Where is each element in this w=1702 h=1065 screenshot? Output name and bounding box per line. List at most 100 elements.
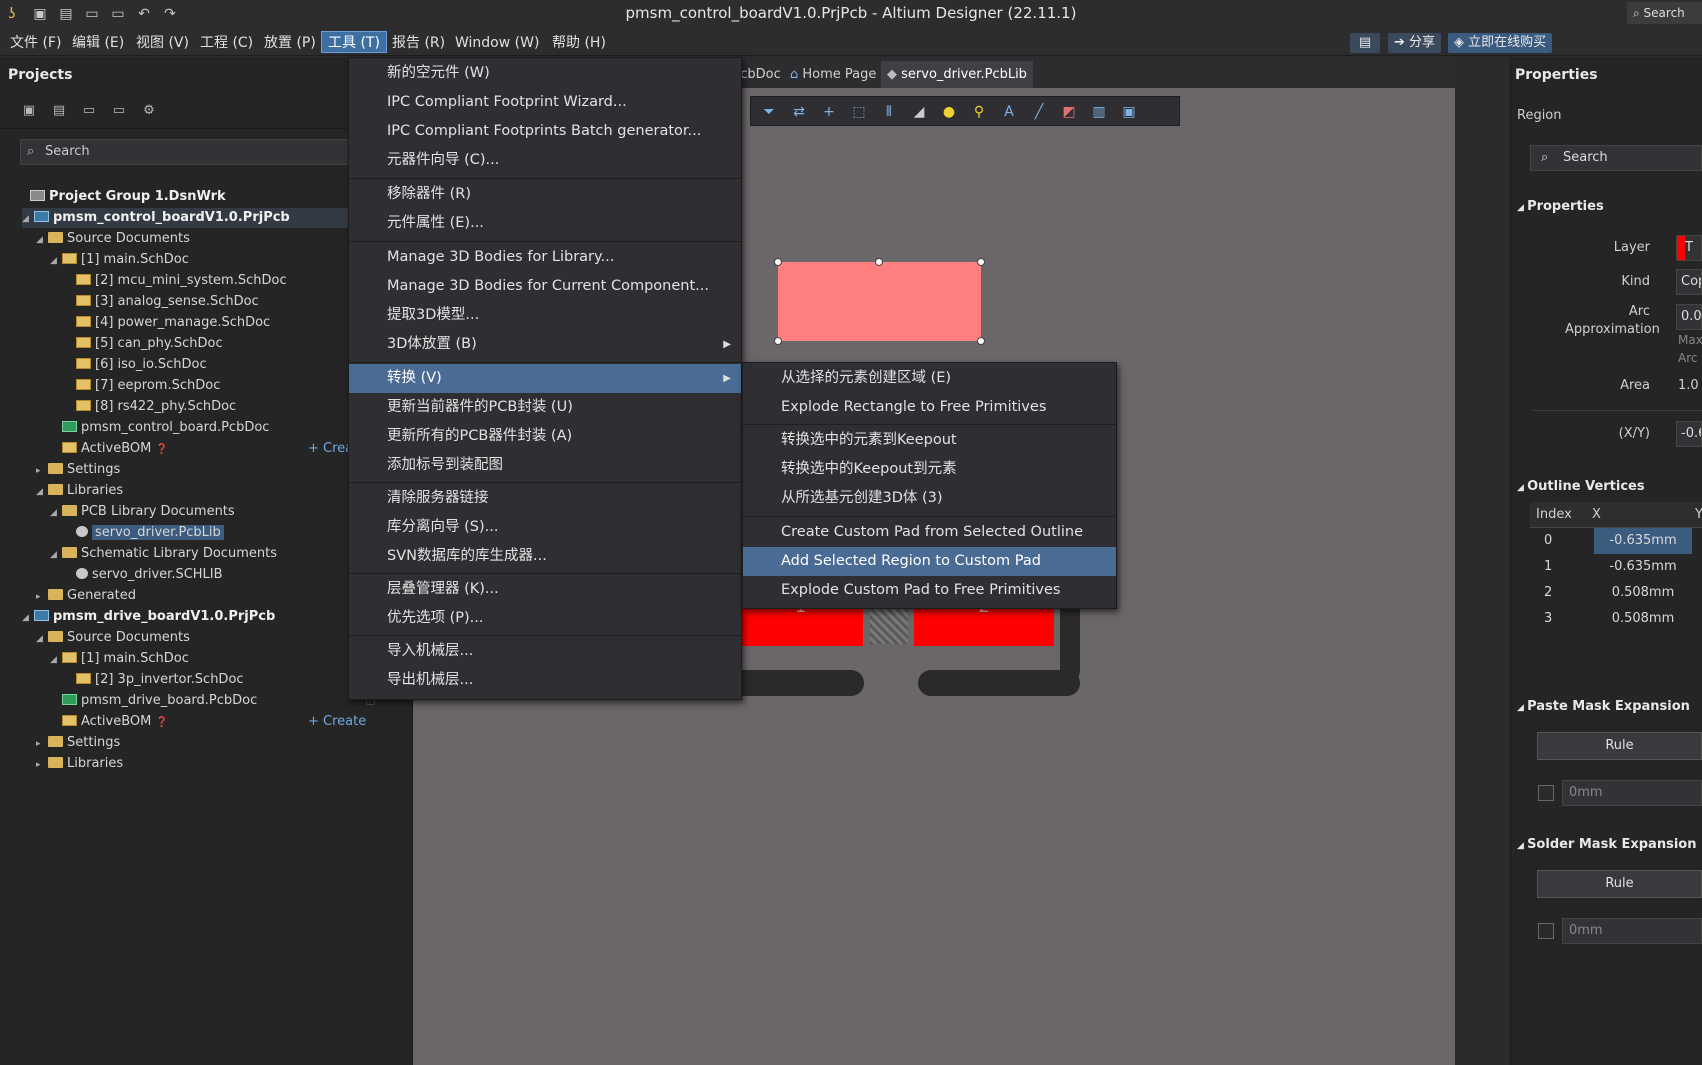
- tree-item-pcb-library-documents[interactable]: ◢ PCB Library Documents: [50, 502, 235, 522]
- tree-item-schdoc[interactable]: [8] rs422_phy.SchDoc: [64, 397, 236, 417]
- menu-explode-custom-pad[interactable]: Explode Custom Pad to Free Primitives: [743, 576, 1116, 605]
- tree-item-libraries[interactable]: ◢ Libraries: [36, 481, 123, 501]
- dimension-icon[interactable]: ▥: [1089, 102, 1109, 122]
- menu-view[interactable]: 视图 (V): [130, 32, 195, 54]
- menu-window[interactable]: Window (W): [449, 32, 545, 54]
- selection-handle[interactable]: [977, 337, 985, 345]
- menu-new-blank-component[interactable]: 新的空元件 (W): [349, 59, 741, 88]
- solder-mask-manual-checkbox[interactable]: [1538, 923, 1554, 939]
- vertex-row[interactable]: 3 0.508mm: [1530, 606, 1702, 632]
- menu-manage-3d-library[interactable]: Manage 3D Bodies for Library...: [349, 243, 741, 272]
- tree-item-project-group[interactable]: Project Group 1.DsnWrk: [18, 187, 226, 207]
- tree-item-schdoc[interactable]: [5] can_phy.SchDoc: [64, 334, 223, 354]
- vertex-x[interactable]: -0.635mm: [1594, 554, 1692, 580]
- vertex-x[interactable]: 0.508mm: [1594, 580, 1692, 606]
- tab-servo-pcblib[interactable]: ◆ servo_driver.PcbLib: [881, 61, 1033, 88]
- tree-item-activebom[interactable]: ActiveBOM ❓ + Create: [50, 712, 413, 732]
- solder-mask-rule-button[interactable]: Rule: [1537, 870, 1702, 898]
- selection-handle[interactable]: [977, 258, 985, 266]
- menu-add-designator-assembly[interactable]: 添加标号到装配图: [349, 451, 741, 480]
- tree-item-schematic-library-documents[interactable]: ◢ Schematic Library Documents: [50, 544, 277, 564]
- create-bom-link[interactable]: + Create: [308, 712, 366, 732]
- menu-preferences[interactable]: 优先选项 (P)...: [349, 604, 741, 633]
- tree-item-settings[interactable]: ▸ Settings: [36, 460, 120, 480]
- selection-handle[interactable]: [875, 258, 883, 266]
- menu-create-region-from-selected[interactable]: 从选择的元素创建区域 (E): [743, 364, 1116, 393]
- line-icon[interactable]: ╱: [1029, 102, 1049, 122]
- buy-online-button[interactable]: ◈ 立即在线购买: [1448, 33, 1553, 53]
- collapse-arrow-icon[interactable]: ◢: [1517, 483, 1527, 493]
- menu-3d-body-placement[interactable]: 3D体放置 (B) ▶: [349, 330, 741, 359]
- tree-item-main-schdoc[interactable]: ◢ [1] main.SchDoc: [50, 649, 189, 669]
- settings-gear-icon[interactable]: ⚙: [140, 103, 158, 121]
- arc-approx-input[interactable]: 0.0: [1676, 304, 1702, 330]
- close-folder-icon[interactable]: ▭: [110, 103, 128, 121]
- paste-mask-rule-button[interactable]: Rule: [1537, 732, 1702, 760]
- tree-item-pcbdoc[interactable]: pmsm_control_board.PcbDoc: [50, 418, 269, 438]
- menu-update-current-footprint[interactable]: 更新当前器件的PCB封装 (U): [349, 393, 741, 422]
- crosshair-icon[interactable]: +: [819, 102, 839, 122]
- vertex-row[interactable]: 1 -0.635mm: [1530, 554, 1702, 580]
- menu-clear-server-links[interactable]: 清除服务器链接: [349, 484, 741, 513]
- notifications-icon[interactable]: ▤: [1350, 33, 1380, 53]
- tree-item-schdoc[interactable]: [2] mcu_mini_system.SchDoc: [64, 271, 287, 291]
- menu-convert-keepout-to-element[interactable]: 转换选中的Keepout到元素: [743, 455, 1116, 484]
- tree-item-settings[interactable]: ▸ Settings: [36, 733, 120, 753]
- solder-mask-value-input[interactable]: 0mm: [1562, 918, 1702, 944]
- tree-item-drive-project[interactable]: ◢ pmsm_drive_boardV1.0.PrjPcb: [22, 607, 275, 627]
- tree-item-schdoc[interactable]: [3] analog_sense.SchDoc: [64, 292, 259, 312]
- properties-search-input[interactable]: ⌕ Search: [1530, 145, 1702, 171]
- menu-add-region-to-custom-pad[interactable]: Add Selected Region to Custom Pad: [743, 547, 1116, 576]
- menu-convert-to-keepout[interactable]: 转换选中的元素到Keepout: [743, 426, 1116, 455]
- menu-svn-library-maker[interactable]: SVN数据库的库生成器...: [349, 542, 741, 571]
- create-bom-link[interactable]: + Crea: [308, 439, 353, 459]
- menu-convert[interactable]: 转换 (V) ▶: [349, 364, 741, 393]
- paste-mask-value-input[interactable]: 0mm: [1562, 780, 1702, 806]
- menu-help[interactable]: 帮助 (H): [546, 32, 612, 54]
- menu-export-mechanical-layers[interactable]: 导出机械层...: [349, 666, 741, 695]
- paste-mask-manual-checkbox[interactable]: [1538, 785, 1554, 801]
- region-icon[interactable]: ◩: [1059, 102, 1079, 122]
- tree-item-schdoc[interactable]: [4] power_manage.SchDoc: [64, 313, 270, 333]
- filter-icon[interactable]: ⏷: [759, 102, 779, 122]
- tree-item-schdoc[interactable]: [6] iso_io.SchDoc: [64, 355, 207, 375]
- save-project-icon[interactable]: ▣: [20, 103, 38, 121]
- menu-extract-3d-model[interactable]: 提取3D模型...: [349, 301, 741, 330]
- selection-handle[interactable]: [774, 258, 782, 266]
- menu-component-wizard[interactable]: 元器件向导 (C)...: [349, 146, 741, 175]
- layer-icon[interactable]: ◢: [909, 102, 929, 122]
- route-icon[interactable]: ⇄: [789, 102, 809, 122]
- vertex-x[interactable]: -0.635mm: [1594, 528, 1692, 554]
- tab-home-page[interactable]: ⌂ Home Page: [784, 61, 882, 88]
- text-icon[interactable]: A: [999, 102, 1019, 122]
- select-rect-icon[interactable]: ⬚: [849, 102, 869, 122]
- tree-item-libraries[interactable]: ▸ Libraries: [36, 754, 123, 774]
- menu-reports[interactable]: 报告 (R): [386, 32, 451, 54]
- open-folder-icon[interactable]: ▭: [80, 103, 98, 121]
- tree-item-schdoc[interactable]: [7] eeprom.SchDoc: [64, 376, 220, 396]
- selection-handle[interactable]: [774, 337, 782, 345]
- selected-region[interactable]: [778, 262, 981, 341]
- tree-item-servo-schlib[interactable]: servo_driver.SCHLIB: [64, 565, 223, 585]
- kind-select[interactable]: Cop: [1676, 269, 1702, 295]
- menu-create-3d-body[interactable]: 从所选基元创建3D体 (3): [743, 484, 1116, 513]
- menu-project[interactable]: 工程 (C): [194, 32, 259, 54]
- menu-ipc-batch-generator[interactable]: IPC Compliant Footprints Batch generator…: [349, 117, 741, 146]
- via-icon[interactable]: ⚲: [969, 102, 989, 122]
- share-button[interactable]: ➔ 分享: [1388, 33, 1442, 53]
- menu-create-custom-pad[interactable]: Create Custom Pad from Selected Outline: [743, 518, 1116, 547]
- menu-tools[interactable]: 工具 (T): [321, 31, 387, 53]
- menu-remove-component[interactable]: 移除器件 (R): [349, 180, 741, 209]
- pad-icon[interactable]: ●: [939, 102, 959, 122]
- vertex-row[interactable]: 0 -0.635mm: [1530, 528, 1702, 554]
- menu-library-splitter-wizard[interactable]: 库分离向导 (S)...: [349, 513, 741, 542]
- menu-manage-3d-current[interactable]: Manage 3D Bodies for Current Component..…: [349, 272, 741, 301]
- collapse-arrow-icon[interactable]: ◢: [1517, 703, 1527, 713]
- menu-file[interactable]: 文件 (F): [4, 32, 67, 54]
- menu-component-properties[interactable]: 元件属性 (E)...: [349, 209, 741, 238]
- menu-explode-rectangle[interactable]: Explode Rectangle to Free Primitives: [743, 393, 1116, 422]
- top-search-box[interactable]: ⌕ Search: [1627, 2, 1702, 24]
- tree-item-source-documents[interactable]: ◢ Source Documents: [36, 229, 190, 249]
- tree-item-source-documents[interactable]: ◢ Source Documents: [36, 628, 190, 648]
- menu-update-all-footprints[interactable]: 更新所有的PCB器件封装 (A): [349, 422, 741, 451]
